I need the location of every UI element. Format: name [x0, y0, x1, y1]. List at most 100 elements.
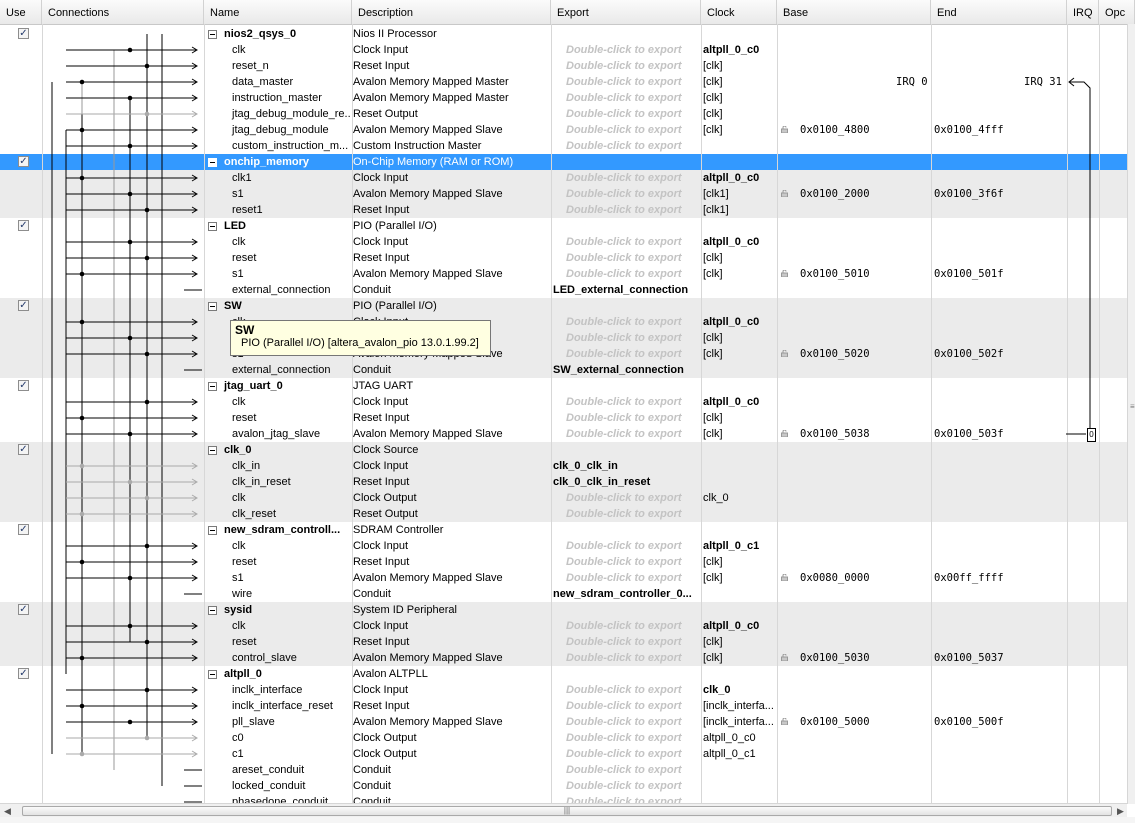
clock-cell[interactable]: [clk1] [703, 202, 775, 218]
connections-graph[interactable] [44, 24, 204, 804]
clock-cell[interactable]: [clk] [703, 426, 775, 442]
export-placeholder[interactable]: Double-click to export [566, 714, 712, 730]
base-address[interactable]: 0x0100_5020 [800, 346, 928, 362]
export-name[interactable]: clk_0_clk_in_reset [553, 474, 699, 490]
interface-name[interactable]: jtag_debug_module_re... [206, 106, 350, 122]
export-placeholder[interactable]: Double-click to export [566, 682, 712, 698]
export-placeholder[interactable]: Double-click to export [566, 426, 712, 442]
clock-cell[interactable]: altpll_0_c1 [703, 746, 775, 762]
clock-cell[interactable]: altpll_0_c0 [703, 618, 775, 634]
base-address[interactable]: 0x0100_4800 [800, 122, 928, 138]
lock-icon[interactable] [781, 126, 788, 133]
col-use[interactable]: Use [0, 0, 42, 24]
col-description[interactable]: Description [352, 0, 551, 24]
use-checkbox[interactable]: ✓ [18, 604, 29, 615]
interface-name[interactable]: reset [206, 554, 350, 570]
interface-name[interactable]: avalon_jtag_slave [206, 426, 350, 442]
export-placeholder[interactable]: Double-click to export [566, 42, 712, 58]
export-placeholder[interactable]: Double-click to export [566, 394, 712, 410]
export-name[interactable]: LED_external_connection [553, 282, 699, 298]
interface-name[interactable]: s1 [206, 186, 350, 202]
export-placeholder[interactable]: Double-click to export [566, 538, 712, 554]
export-placeholder[interactable]: Double-click to export [566, 250, 712, 266]
export-placeholder[interactable]: Double-click to export [566, 122, 712, 138]
export-placeholder[interactable]: Double-click to export [566, 234, 712, 250]
clock-cell[interactable]: [clk] [703, 58, 775, 74]
interface-name[interactable]: s1 [206, 570, 350, 586]
export-placeholder[interactable]: Double-click to export [566, 698, 712, 714]
lock-icon[interactable] [781, 654, 788, 661]
scroll-left-icon[interactable]: ◀ [4, 806, 11, 817]
component-name[interactable]: new_sdram_controll... [206, 522, 350, 538]
interface-name[interactable]: inclk_interface_reset [206, 698, 350, 714]
export-name[interactable]: SW_external_connection [553, 362, 699, 378]
clock-cell[interactable]: [clk] [703, 554, 775, 570]
export-placeholder[interactable]: Double-click to export [566, 330, 712, 346]
interface-name[interactable]: c1 [206, 746, 350, 762]
clock-cell[interactable]: [clk] [703, 106, 775, 122]
export-name[interactable]: clk_0_clk_in [553, 458, 699, 474]
interface-name[interactable]: locked_conduit [206, 778, 350, 794]
use-checkbox[interactable]: ✓ [18, 380, 29, 391]
interface-name[interactable]: inclk_interface [206, 682, 350, 698]
export-placeholder[interactable]: Double-click to export [566, 138, 712, 154]
interface-name[interactable]: areset_conduit [206, 762, 350, 778]
export-placeholder[interactable]: Double-click to export [566, 762, 712, 778]
interface-name[interactable]: clk [206, 42, 350, 58]
interface-name[interactable]: clk [206, 618, 350, 634]
interface-name[interactable]: reset_n [206, 58, 350, 74]
lock-icon[interactable] [781, 350, 788, 357]
interface-name[interactable]: c0 [206, 730, 350, 746]
export-placeholder[interactable]: Double-click to export [566, 314, 712, 330]
interface-name[interactable]: reset [206, 410, 350, 426]
col-clock[interactable]: Clock [701, 0, 777, 24]
interface-name[interactable]: external_connection [206, 282, 350, 298]
export-placeholder[interactable]: Double-click to export [566, 58, 712, 74]
export-placeholder[interactable]: Double-click to export [566, 618, 712, 634]
clock-cell[interactable]: [inclk_interfa... [703, 714, 775, 730]
component-name[interactable]: LED [206, 218, 350, 234]
clock-cell[interactable]: [inclk_interfa... [703, 698, 775, 714]
export-placeholder[interactable]: Double-click to export [566, 506, 712, 522]
use-checkbox[interactable]: ✓ [18, 220, 29, 231]
clock-cell[interactable]: [clk] [703, 650, 775, 666]
export-placeholder[interactable]: Double-click to export [566, 650, 712, 666]
base-address[interactable]: 0x0100_5010 [800, 266, 928, 282]
component-name[interactable]: jtag_uart_0 [206, 378, 350, 394]
base-address[interactable]: 0x0100_5038 [800, 426, 928, 442]
component-name[interactable]: SW [206, 298, 350, 314]
interface-name[interactable]: reset [206, 634, 350, 650]
interface-name[interactable]: external_connection [206, 362, 350, 378]
export-placeholder[interactable]: Double-click to export [566, 554, 712, 570]
interface-name[interactable]: reset [206, 250, 350, 266]
horizontal-scroll-thumb[interactable]: ||| [22, 806, 1112, 816]
interface-name[interactable]: instruction_master [206, 90, 350, 106]
export-placeholder[interactable]: Double-click to export [566, 106, 712, 122]
export-placeholder[interactable]: Double-click to export [566, 266, 712, 282]
export-placeholder[interactable]: Double-click to export [566, 730, 712, 746]
clock-cell[interactable]: altpll_0_c0 [703, 234, 775, 250]
export-placeholder[interactable]: Double-click to export [566, 570, 712, 586]
export-placeholder[interactable]: Double-click to export [566, 410, 712, 426]
clock-cell[interactable]: altpll_0_c0 [703, 394, 775, 410]
lock-icon[interactable] [781, 270, 788, 277]
interface-name[interactable]: clk_in [206, 458, 350, 474]
export-name[interactable]: new_sdram_controller_0... [553, 586, 699, 602]
clock-cell[interactable]: [clk] [703, 122, 775, 138]
export-placeholder[interactable]: Double-click to export [566, 634, 712, 650]
use-checkbox[interactable]: ✓ [18, 156, 29, 167]
lock-icon[interactable] [781, 430, 788, 437]
export-placeholder[interactable]: Double-click to export [566, 778, 712, 794]
interface-name[interactable]: reset1 [206, 202, 350, 218]
component-name[interactable]: sysid [206, 602, 350, 618]
interface-name[interactable]: s1 [206, 266, 350, 282]
lock-icon[interactable] [781, 190, 788, 197]
col-end[interactable]: End [931, 0, 1067, 24]
interface-name[interactable]: clk [206, 490, 350, 506]
clock-cell[interactable]: [clk] [703, 330, 775, 346]
vertical-scrollbar[interactable]: ≡ [1127, 24, 1135, 804]
interface-name[interactable]: clk1 [206, 170, 350, 186]
col-base[interactable]: Base [777, 0, 931, 24]
use-checkbox[interactable]: ✓ [18, 300, 29, 311]
interface-name[interactable]: custom_instruction_m... [206, 138, 350, 154]
